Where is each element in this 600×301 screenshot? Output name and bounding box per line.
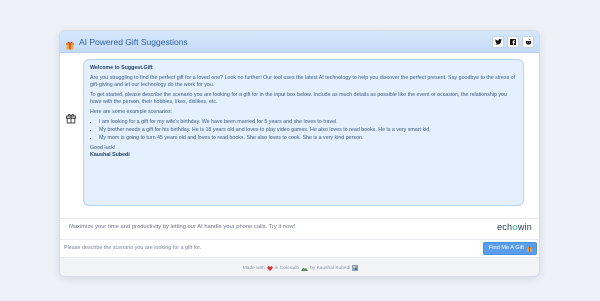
intro-paragraph: Are you struggling to find the perfect g…	[90, 74, 516, 88]
echowin-logo[interactable]: echowin	[497, 222, 532, 232]
reddit-icon	[525, 38, 531, 45]
scenario-input[interactable]	[64, 242, 483, 254]
chat-area: Welcome to Suggest.Gift Are you struggli…	[60, 53, 539, 217]
reddit-share-button[interactable]	[522, 35, 534, 48]
find-gift-label: Find Me A Gift	[488, 245, 524, 251]
list-item: My mom is going to turn 45 years old and…	[99, 135, 517, 142]
promo-banner[interactable]: Maximize your time and productivity by l…	[60, 218, 539, 235]
page-title: AI Powered Gift Suggestions	[79, 36, 188, 47]
logo-suffix: win	[517, 222, 532, 232]
welcome-heading: Welcome to Suggest.Gift	[90, 65, 153, 71]
author-name: Kaushal Subedi	[90, 152, 130, 159]
heart-icon	[266, 265, 273, 271]
author-avatar-icon	[352, 265, 359, 271]
mountain-icon	[301, 266, 309, 271]
app-window: AI Powered Gift Suggestions Welcome to S…	[59, 30, 540, 277]
promo-text[interactable]: Maximize your time and productivity by l…	[69, 224, 497, 230]
header-bar: AI Powered Gift Suggestions	[60, 31, 539, 53]
footer-made-with: Made with	[242, 265, 265, 271]
footer: Made with in Colorado by Kaushal Subedi	[60, 257, 539, 276]
gift-icon	[65, 37, 75, 49]
list-item: My brother needs a gift for his birthday…	[99, 127, 517, 134]
gift-icon	[65, 111, 77, 124]
twitter-icon	[494, 38, 502, 44]
input-bar: Find Me A Gift	[60, 239, 539, 256]
facebook-icon	[510, 38, 516, 45]
assistant-message: Welcome to Suggest.Gift Are you struggli…	[83, 59, 524, 206]
list-item: I am looking for a gift for my wife's bi…	[99, 119, 517, 126]
examples-heading: Here are some example scenarios:	[90, 108, 173, 115]
sign-off: Good luck!	[90, 145, 116, 152]
facebook-share-button[interactable]	[507, 35, 519, 48]
gift-icon	[526, 246, 533, 252]
instructions-paragraph: To get started, please describe the scen…	[90, 91, 507, 105]
logo-prefix: ech	[497, 222, 513, 232]
footer-in-colorado: in Colorado	[274, 265, 300, 271]
example-list: I am looking for a gift for my wife's bi…	[99, 119, 517, 143]
social-share-group	[492, 35, 534, 48]
twitter-share-button[interactable]	[492, 35, 504, 48]
find-gift-button[interactable]: Find Me A Gift	[482, 241, 537, 255]
footer-by[interactable]: by Kaushal Subedi	[310, 266, 350, 271]
